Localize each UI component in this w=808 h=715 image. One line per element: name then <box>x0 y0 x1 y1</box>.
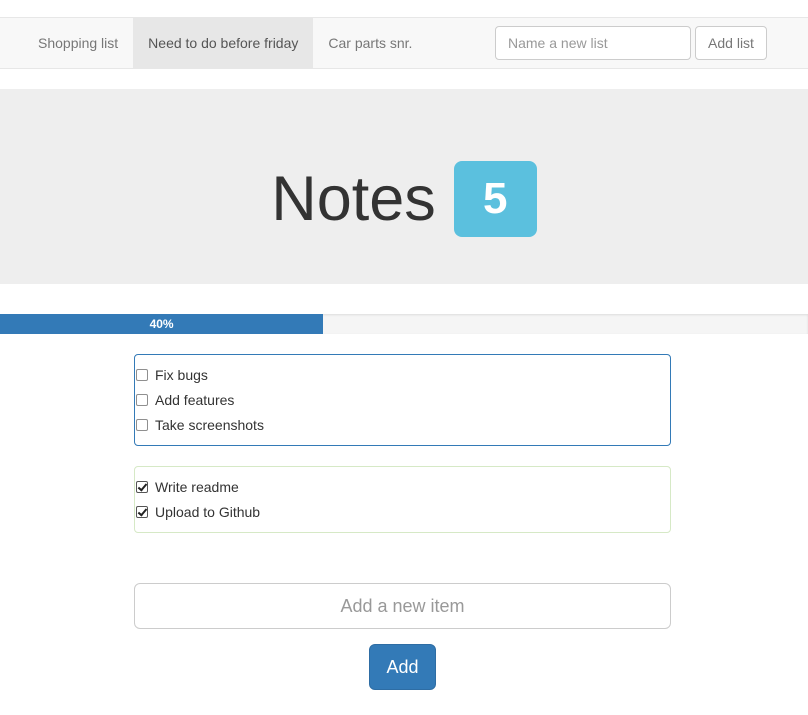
tab-car-parts[interactable]: Car parts snr. <box>313 18 427 68</box>
add-list-button[interactable]: Add list <box>695 26 767 60</box>
page-title: Notes <box>271 163 436 234</box>
progress-bar: 40% <box>0 314 324 334</box>
title-row: Notes 5 <box>0 161 808 237</box>
item-checkbox-checked[interactable] <box>136 506 148 518</box>
done-items-panel: Write readme Upload to Github <box>134 466 671 533</box>
item-label: Fix bugs <box>155 367 208 383</box>
list-item: Upload to Github <box>135 500 670 525</box>
item-label: Add features <box>155 392 235 408</box>
new-item-input[interactable] <box>134 583 671 629</box>
item-checkbox-checked[interactable] <box>136 481 148 493</box>
item-label: Write readme <box>155 479 239 495</box>
item-label: Take screenshots <box>155 417 264 433</box>
add-item-button[interactable]: Add <box>369 644 436 690</box>
list-tabs: Shopping list Need to do before friday C… <box>23 18 427 68</box>
progress-track: 40% <box>0 314 808 334</box>
header-jumbotron: Notes 5 <box>0 89 808 284</box>
list-item: Write readme <box>135 475 670 500</box>
item-label: Upload to Github <box>155 504 261 520</box>
new-list-name-input[interactable] <box>495 26 691 60</box>
tab-need-to-do-before-friday[interactable]: Need to do before friday <box>133 18 314 68</box>
list-item: Take screenshots <box>135 413 670 438</box>
item-checkbox[interactable] <box>136 419 148 431</box>
item-count-badge: 5 <box>453 161 537 237</box>
list-item: Add features <box>135 388 670 413</box>
tab-shopping-list[interactable]: Shopping list <box>23 18 133 68</box>
todo-items-panel: Fix bugs Add features Take screenshots <box>134 354 671 446</box>
navbar: Shopping list Need to do before friday C… <box>0 17 808 69</box>
list-item: Fix bugs <box>135 363 670 388</box>
item-checkbox[interactable] <box>136 369 148 381</box>
item-checkbox[interactable] <box>136 394 148 406</box>
